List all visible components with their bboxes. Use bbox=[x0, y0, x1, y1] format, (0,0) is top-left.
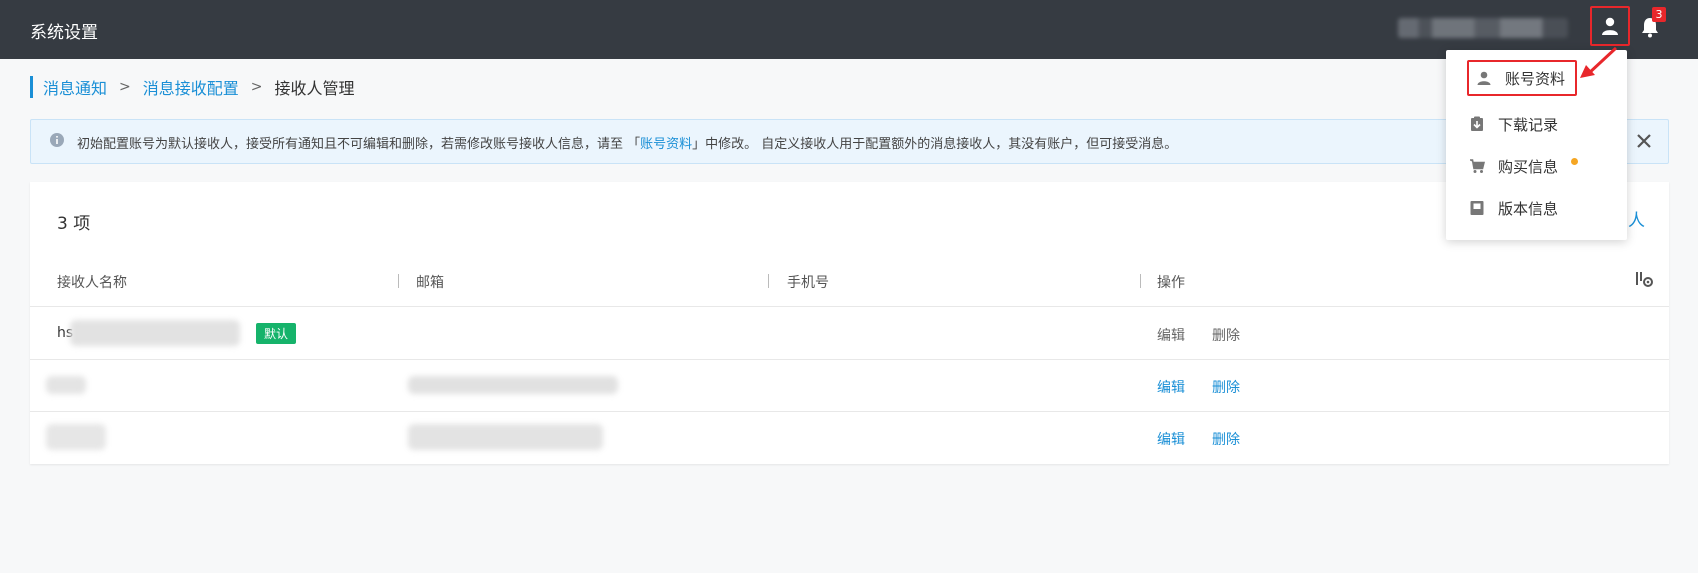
edit-button[interactable]: 编辑 bbox=[1157, 429, 1185, 449]
info-icon bbox=[50, 133, 64, 147]
info-alert: 初始配置账号为默认接收人，接受所有通知且不可编辑和删除，若需修改账号接收人信息，… bbox=[30, 119, 1669, 164]
redacted-email bbox=[408, 424, 603, 450]
cart-icon bbox=[1468, 157, 1486, 175]
person-icon bbox=[1475, 69, 1493, 87]
menu-item-download-records[interactable]: 下载记录 bbox=[1446, 102, 1627, 146]
delete-button[interactable]: 删除 bbox=[1212, 377, 1240, 397]
edit-button[interactable]: 编辑 bbox=[1157, 377, 1185, 397]
recipients-card: 3 项 人 接收人名称 邮箱 手机号 操作 hs 默认 编辑 删除 编辑 删除 bbox=[30, 182, 1669, 464]
column-header-actions: 操作 bbox=[1157, 275, 1185, 291]
delete-button[interactable]: 删除 bbox=[1212, 325, 1240, 345]
item-count: 3 项 bbox=[57, 214, 91, 234]
column-header-name: 接收人名称 bbox=[57, 275, 127, 291]
delete-button[interactable]: 删除 bbox=[1212, 429, 1240, 449]
column-settings-icon[interactable] bbox=[1635, 270, 1655, 288]
column-header-phone: 手机号 bbox=[787, 275, 829, 291]
top-bar: 系统设置 3 bbox=[0, 0, 1698, 59]
redacted-name bbox=[46, 424, 106, 450]
alert-text-after: 」中修改。 自定义接收人用于配置额外的消息接收人，其没有账户，但可接受消息。 bbox=[692, 137, 1178, 152]
chevron-right-icon: > bbox=[119, 79, 131, 95]
alert-text-before: 初始配置账号为默认接收人，接受所有通知且不可编辑和删除，若需修改账号接收人信息，… bbox=[77, 137, 641, 152]
column-divider bbox=[1140, 274, 1141, 288]
redacted-name bbox=[46, 376, 86, 394]
notification-badge: 3 bbox=[1652, 7, 1666, 22]
column-divider bbox=[398, 274, 399, 288]
column-divider bbox=[768, 274, 769, 288]
user-icon bbox=[1602, 17, 1618, 35]
menu-item-label: 下载记录 bbox=[1498, 115, 1559, 134]
annotation-arrow-icon bbox=[1580, 46, 1618, 78]
menu-item-label: 版本信息 bbox=[1498, 199, 1559, 218]
menu-item-label: 购买信息 bbox=[1498, 157, 1559, 176]
default-tag: 默认 bbox=[256, 323, 297, 344]
user-menu-button[interactable] bbox=[1590, 6, 1630, 46]
username-redacted bbox=[1398, 18, 1568, 38]
breadcrumb-receive-config[interactable]: 消息接收配置 bbox=[143, 75, 239, 99]
close-icon[interactable] bbox=[1634, 131, 1654, 151]
table-row: 编辑 删除 bbox=[30, 412, 1669, 464]
book-icon bbox=[1468, 199, 1486, 217]
chevron-right-icon: > bbox=[250, 79, 263, 95]
account-profile-link[interactable]: 账号资料 bbox=[640, 137, 692, 152]
alert-text: 初始配置账号为默认接收人，接受所有通知且不可编辑和删除，若需修改账号接收人信息，… bbox=[77, 133, 1177, 152]
breadcrumb-current: 接收人管理 bbox=[274, 79, 355, 98]
redacted-email bbox=[408, 376, 618, 394]
edit-button[interactable]: 编辑 bbox=[1157, 325, 1185, 345]
menu-item-purchase-info[interactable]: 购买信息 bbox=[1446, 144, 1627, 188]
menu-item-account-profile[interactable]: 账号资料 bbox=[1467, 60, 1577, 96]
new-indicator-dot bbox=[1571, 158, 1578, 165]
menu-item-version-info[interactable]: 版本信息 bbox=[1446, 186, 1627, 230]
table-row: 编辑 删除 bbox=[30, 360, 1669, 412]
column-header-email: 邮箱 bbox=[416, 275, 444, 291]
breadcrumb: 消息通知 > 消息接收配置 > 接收人管理 bbox=[30, 76, 355, 98]
breadcrumb-message-notification[interactable]: 消息通知 bbox=[43, 75, 107, 99]
table-header: 接收人名称 邮箱 手机号 操作 bbox=[30, 258, 1669, 307]
redacted-name bbox=[70, 320, 240, 346]
app-title: 系统设置 bbox=[30, 23, 98, 43]
table-row: hs 默认 编辑 删除 bbox=[30, 308, 1669, 360]
add-recipient-button[interactable]: 人 bbox=[1628, 206, 1645, 231]
download-clipboard-icon bbox=[1468, 115, 1486, 133]
menu-item-label: 账号资料 bbox=[1505, 69, 1566, 88]
